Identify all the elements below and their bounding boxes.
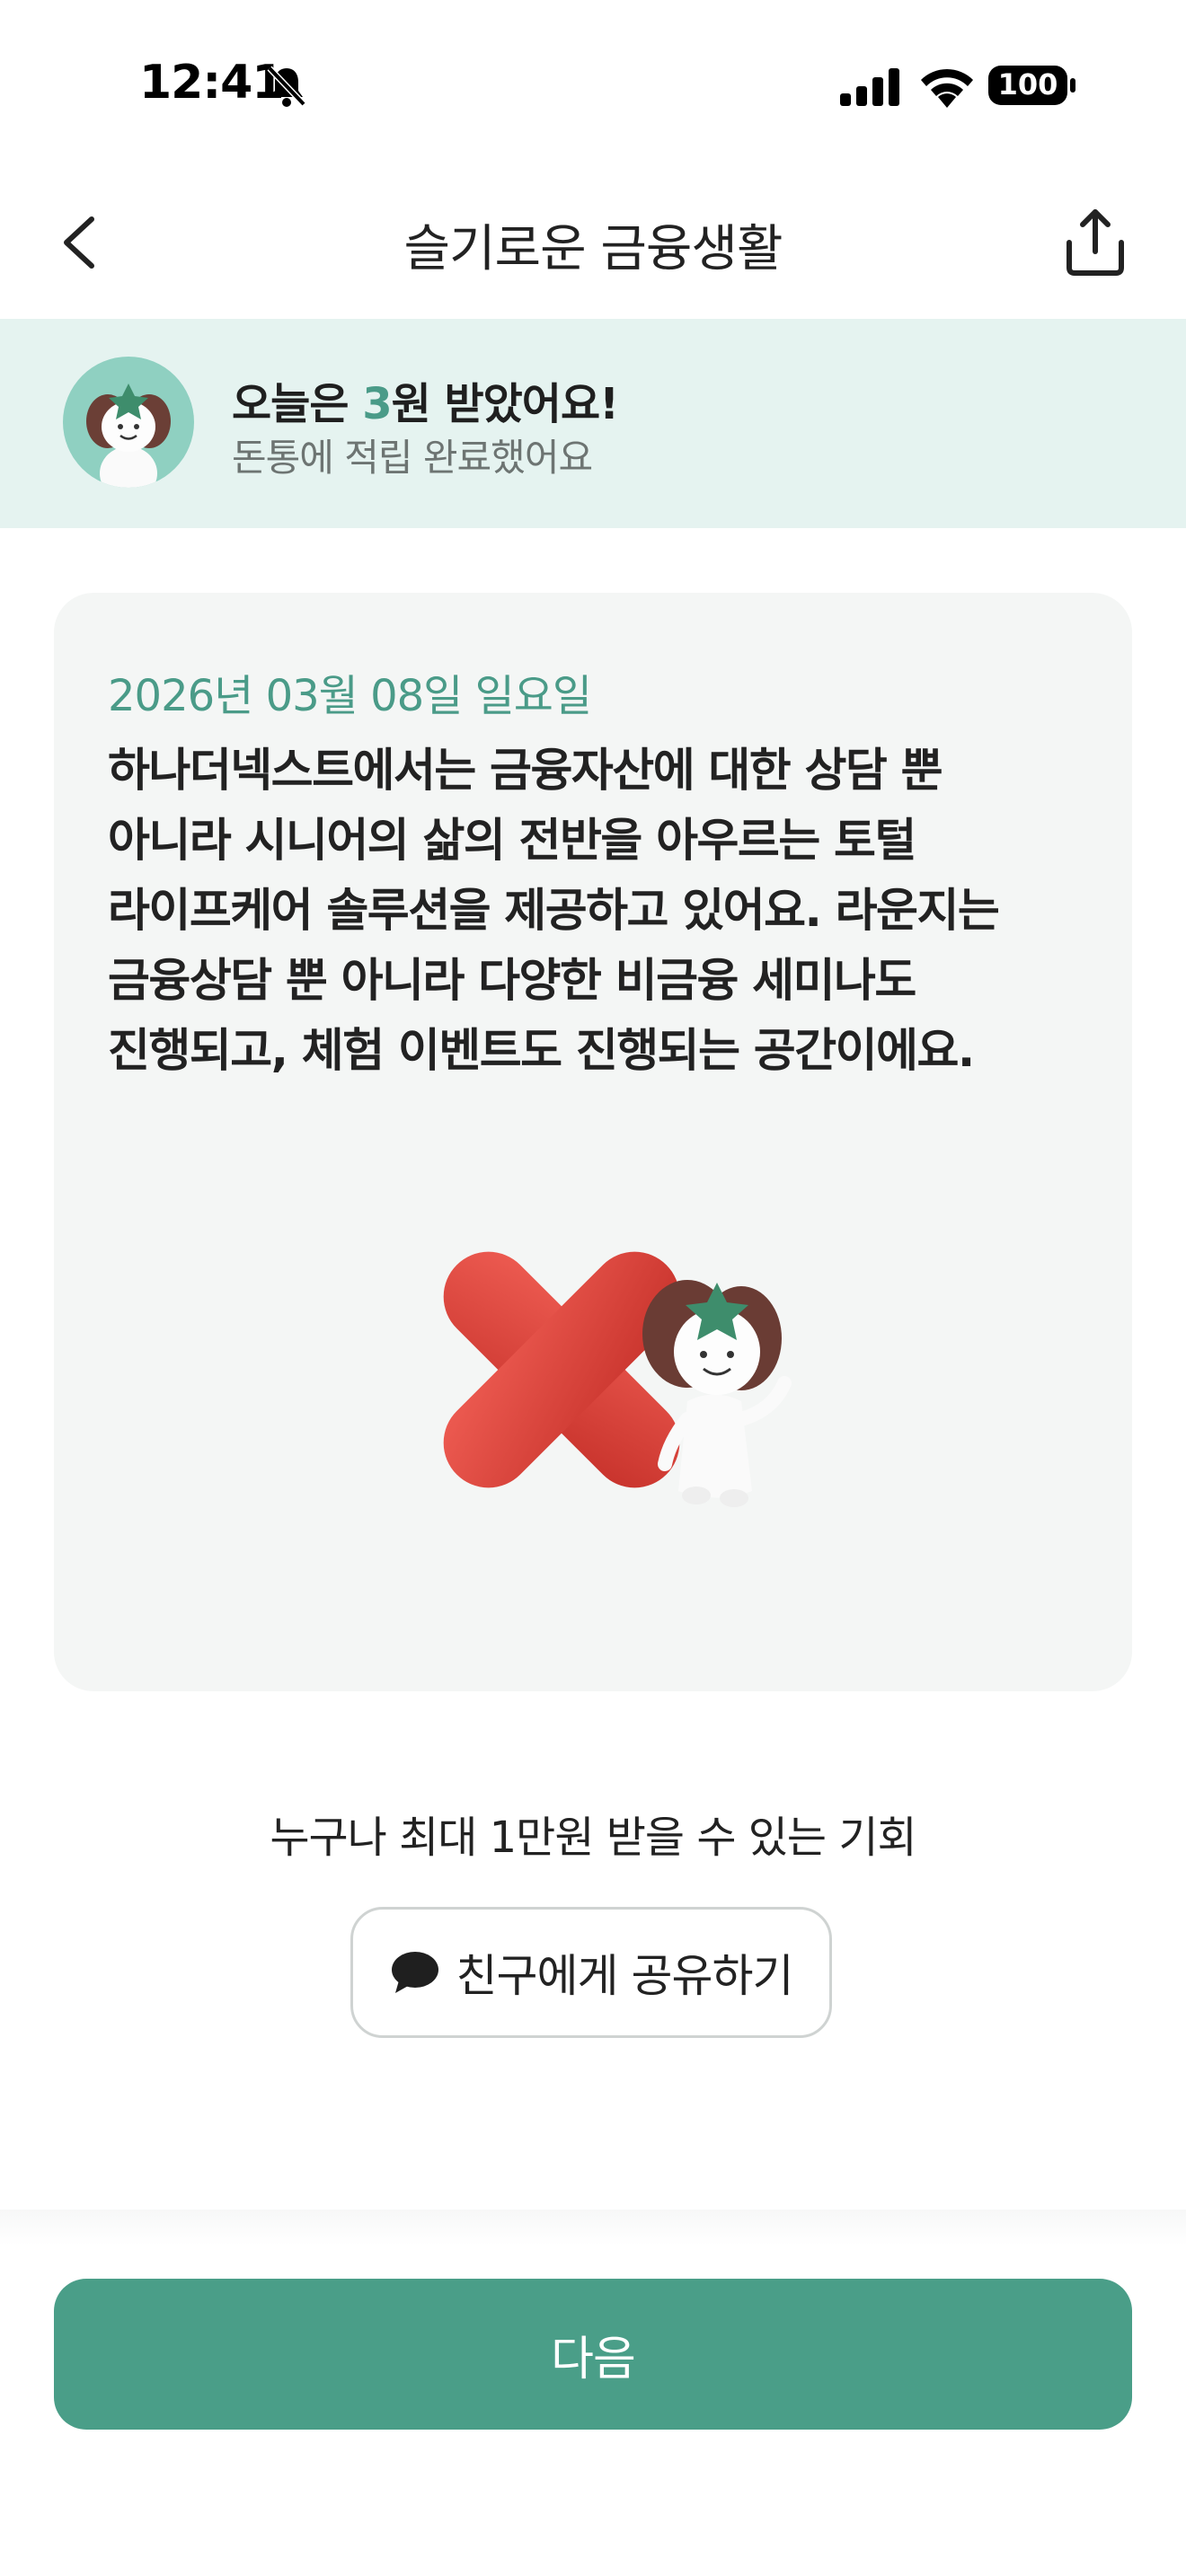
reward-subtitle: 돈통에 적립 완료했어요: [232, 436, 593, 480]
reward-suffix: 원 받았어요!: [391, 379, 619, 429]
card-text-line: 금융상담 뿐 아니라 다양한 비금융 세미나도: [108, 955, 916, 1008]
promo-text: 누구나 최대 1만원 받을 수 있는 기회: [270, 1813, 916, 1863]
next-button[interactable]: 다음: [54, 2279, 1132, 2430]
battery-icon: 100: [988, 63, 1076, 108]
share-upload-icon[interactable]: [1060, 205, 1130, 280]
avatar: [63, 357, 194, 488]
status-time: 12:41: [139, 56, 285, 110]
reward-title: 오늘은 3원 받았어요!: [232, 368, 619, 431]
page-title: 슬기로운 금융생활: [403, 220, 783, 278]
share-with-friends-button[interactable]: 친구에게 공유하기: [350, 1907, 832, 2038]
card-text: 하나더넥스트에서는 금융자산에 대한 상담 뿐 아니라 시니어의 삶의 전반을 …: [108, 737, 1078, 1087]
reward-prefix: 오늘은: [232, 379, 363, 429]
card-text-line: 진행되고, 체험 이벤트도 진행되는 공간이에요.: [108, 1025, 975, 1078]
card-text-line: 라이프케어 솔루션을 제공하고 있어요. 라운지는: [108, 885, 1000, 938]
bell-slash-icon: [267, 66, 306, 107]
signal-icon: [840, 68, 899, 106]
share-button-label: 친구에게 공유하기: [456, 1950, 794, 2002]
card-text-line: 아니라 시니어의 삶의 전반을 아우르는 토털: [108, 815, 916, 868]
card-date: 2026년 03월 08일 일요일: [108, 671, 592, 721]
chat-bubble-icon: [391, 1952, 438, 1993]
reward-amount: 3: [362, 379, 392, 429]
card-text-line: 하나더넥스트에서는 금융자산에 대한 상담 뿐: [108, 745, 943, 798]
wifi-icon: [921, 68, 973, 108]
red-x-icon: [443, 1251, 792, 1507]
battery-level: 100: [997, 67, 1058, 101]
